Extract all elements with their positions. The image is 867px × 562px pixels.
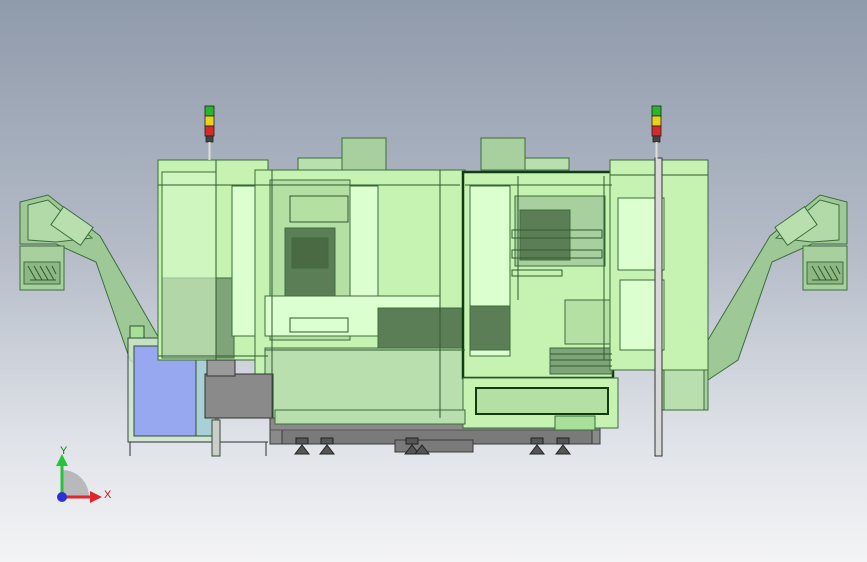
right-support-column: [654, 157, 663, 457]
cad-viewport[interactable]: Y X: [0, 0, 867, 562]
signal-tower-icon: [651, 105, 662, 160]
coordinate-triad-icon: Y X: [56, 445, 112, 503]
main-machine-housing: [157, 137, 709, 431]
right-signal-tower: [651, 105, 662, 160]
z-axis-dot: [57, 492, 67, 502]
left-signal-tower: [204, 105, 215, 160]
signal-tower-icon: [204, 105, 215, 160]
x-axis-arrowhead: [90, 491, 102, 503]
y-axis-label: Y: [60, 445, 68, 457]
x-axis-label: X: [104, 489, 112, 501]
